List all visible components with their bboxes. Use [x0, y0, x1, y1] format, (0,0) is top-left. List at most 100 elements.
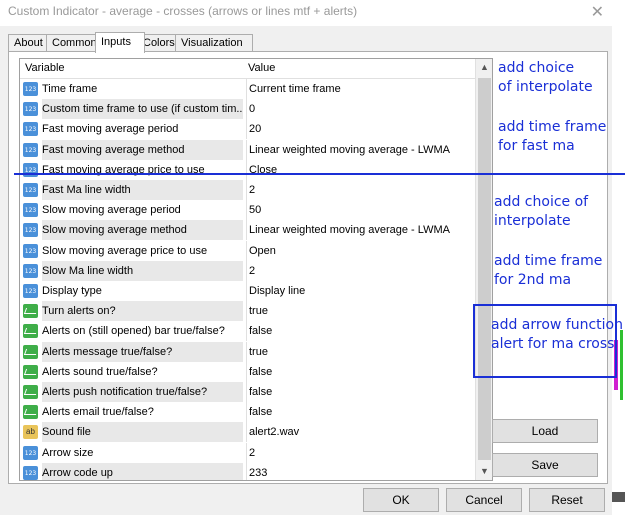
boolean-icon: [23, 405, 38, 420]
variable-cell: Fast moving average method: [42, 139, 243, 160]
numeric-icon: [23, 223, 38, 238]
tab-inputs[interactable]: Inputs: [95, 32, 145, 53]
annotation-line: interpolate: [494, 213, 571, 229]
value-cell[interactable]: alert2.wav: [246, 422, 474, 443]
numeric-icon: [23, 284, 38, 298]
value-cell[interactable]: false: [246, 402, 474, 423]
string-icon: [23, 425, 38, 440]
variable-cell: Slow moving average period: [42, 204, 181, 217]
value-cell[interactable]: true: [246, 301, 474, 322]
variable-cell: Alerts sound true/false?: [42, 365, 158, 378]
reset-button[interactable]: Reset: [529, 488, 605, 512]
variable-cell: Alerts email true/false?: [42, 406, 154, 419]
annotation-line: add time frame: [498, 119, 607, 135]
title-bar: Custom Indicator - average - crosses (ar…: [0, 0, 612, 26]
scroll-down-icon[interactable]: ▼: [476, 463, 492, 480]
annotation-interpolate-fast: add choice of interpolate: [498, 59, 593, 97]
value-cell[interactable]: 2: [246, 442, 474, 463]
value-cell[interactable]: 2: [246, 260, 474, 281]
table-row[interactable]: Slow moving average period 50: [20, 200, 475, 221]
numeric-icon: [23, 465, 38, 480]
table-row[interactable]: Slow moving average methodLinear weighte…: [20, 220, 475, 241]
table-row[interactable]: Fast moving average methodLinear weighte…: [20, 139, 475, 160]
annotation-line: for 2nd ma: [494, 272, 572, 288]
annotation-line: for fast ma: [498, 138, 575, 154]
value-cell[interactable]: false: [246, 321, 474, 342]
value-cell[interactable]: Current time frame: [246, 79, 474, 99]
table-row[interactable]: Sound filealert2.wav: [20, 422, 475, 443]
save-button[interactable]: Save: [492, 453, 598, 477]
annotation-divider-line: [14, 173, 625, 175]
numeric-icon: [23, 102, 38, 117]
variable-cell: Alerts on (still opened) bar true/false?: [42, 325, 225, 338]
value-column-header[interactable]: Value: [248, 62, 275, 74]
numeric-icon: [23, 122, 38, 137]
inputs-grid: Variable Value Time frame Current time fr…: [19, 58, 493, 481]
variable-cell: Custom time frame to use (if custom tim.…: [42, 99, 243, 120]
table-row[interactable]: Slow Ma line width2: [20, 260, 475, 281]
table-row[interactable]: Alerts sound true/false? false: [20, 361, 475, 382]
variable-cell: Arrow size: [42, 446, 94, 459]
tab-visualization[interactable]: Visualization: [175, 34, 253, 52]
cancel-button[interactable]: Cancel: [446, 488, 522, 512]
variable-column-header[interactable]: Variable: [25, 62, 65, 74]
value-cell[interactable]: Close: [246, 159, 474, 180]
variable-cell: Slow moving average method: [42, 220, 243, 241]
value-cell[interactable]: 50: [246, 200, 474, 221]
boolean-icon: [23, 304, 38, 319]
variable-cell: Slow Ma line width: [42, 260, 243, 281]
boolean-icon: [23, 344, 38, 359]
value-cell[interactable]: Open: [246, 240, 474, 261]
variable-cell: Arrow code up: [42, 462, 243, 480]
ok-button[interactable]: OK: [363, 488, 439, 512]
close-icon[interactable]: ✕: [591, 2, 604, 22]
variable-cell: Fast Ma line width: [42, 180, 243, 200]
variable-cell: Turn alerts on?: [42, 301, 243, 322]
table-row[interactable]: Arrow code up233: [20, 462, 475, 480]
variable-cell: Slow moving average price to use: [42, 244, 208, 257]
numeric-icon: [23, 243, 38, 258]
table-row[interactable]: Arrow size 2: [20, 442, 475, 463]
scrollbar-thumb[interactable]: [478, 78, 491, 460]
table-row[interactable]: Custom time frame to use (if custom tim.…: [20, 99, 475, 120]
table-row[interactable]: Alerts on (still opened) bar true/false?…: [20, 321, 475, 342]
value-cell[interactable]: 233: [246, 462, 474, 480]
table-row[interactable]: Slow moving average price to use Open: [20, 240, 475, 261]
variable-cell: Alerts push notification true/false?: [42, 382, 243, 402]
value-cell[interactable]: Display line: [246, 281, 474, 301]
boolean-icon: [23, 324, 38, 339]
numeric-icon: [23, 263, 38, 278]
table-row[interactable]: Time frame Current time frame: [20, 79, 475, 99]
value-cell[interactable]: 2: [246, 180, 474, 200]
value-cell[interactable]: Linear weighted moving average - LWMA: [246, 220, 474, 241]
numeric-icon: [23, 203, 38, 218]
variable-cell: Fast moving average period: [42, 123, 179, 136]
boolean-icon: [23, 385, 38, 399]
value-cell[interactable]: 20: [246, 119, 474, 140]
load-button[interactable]: Load: [492, 419, 598, 443]
annotation-line: add choice: [498, 60, 575, 76]
table-row[interactable]: Display type Display line: [20, 281, 475, 301]
table-row[interactable]: Fast moving average period 20: [20, 119, 475, 140]
scroll-up-icon[interactable]: ▲: [476, 59, 492, 76]
annotation-line: of interpolate: [498, 79, 593, 95]
variable-cell: Display type: [42, 285, 102, 297]
value-cell[interactable]: false: [246, 382, 474, 402]
table-row[interactable]: Alerts message true/false? true: [20, 341, 475, 362]
table-row[interactable]: Turn alerts on? true: [20, 301, 475, 322]
value-cell[interactable]: Linear weighted moving average - LWMA: [246, 139, 474, 160]
annotation-line: add time frame: [494, 253, 603, 269]
value-cell[interactable]: false: [246, 361, 474, 382]
grid-header: Variable Value: [20, 59, 475, 79]
table-row[interactable]: Fast Ma line width2: [20, 180, 475, 200]
chart-axis: [612, 492, 625, 502]
variable-cell: Alerts message true/false?: [42, 341, 243, 362]
table-row[interactable]: Fast moving average price to use Close: [20, 159, 475, 180]
table-row[interactable]: Alerts email true/false? false: [20, 402, 475, 423]
value-cell[interactable]: true: [246, 341, 474, 362]
annotation-timeframe-fast: add time frame for fast ma: [498, 118, 606, 156]
table-row[interactable]: Alerts push notification true/false? fals…: [20, 382, 475, 402]
vertical-scrollbar[interactable]: ▲ ▼: [475, 59, 492, 480]
annotation-timeframe-slow: add time frame for 2nd ma: [494, 252, 602, 290]
value-cell[interactable]: 0: [246, 99, 474, 120]
